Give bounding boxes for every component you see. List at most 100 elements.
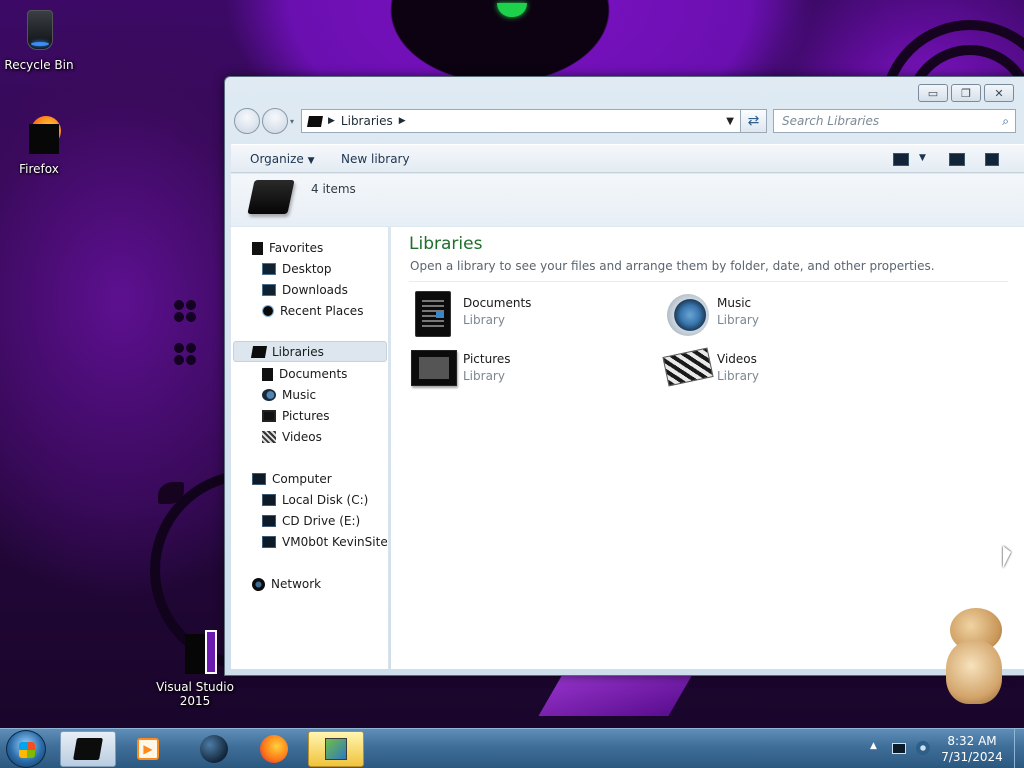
- item-count: 4 items: [311, 182, 356, 196]
- recycle-bin-icon: [15, 6, 63, 54]
- clock-time: 8:32 AM: [947, 734, 997, 748]
- show-hidden-icons-button[interactable]: ▲: [870, 741, 877, 751]
- page-description: Open a library to see your files and arr…: [410, 259, 935, 273]
- nav-recent-places-label: Recent Places: [280, 304, 364, 318]
- nav-computer[interactable]: Computer: [252, 472, 332, 486]
- nav-libraries-label: Libraries: [272, 345, 324, 359]
- minimize-icon: ▭: [927, 86, 939, 100]
- navigation-pane: Favorites Desktop Downloads Recent Place…: [231, 227, 389, 669]
- library-tile-music[interactable]: Music Library: [663, 290, 903, 340]
- back-button[interactable]: [234, 108, 260, 134]
- help-icon[interactable]: [985, 153, 999, 166]
- nav-downloads-label: Downloads: [282, 283, 348, 297]
- view-options-dropdown[interactable]: ▼: [919, 153, 926, 163]
- wallpaper-glow: [497, 3, 527, 17]
- nav-favorites[interactable]: Favorites: [252, 241, 323, 255]
- search-input[interactable]: Search Libraries: [782, 114, 879, 128]
- recent-pages-dropdown[interactable]: ▾: [290, 117, 298, 126]
- nav-recent-places[interactable]: Recent Places: [262, 304, 363, 318]
- videos-icon: [262, 431, 276, 443]
- organize-menu[interactable]: Organize ▼: [250, 152, 315, 166]
- library-type: Library: [717, 369, 759, 383]
- desktop-icon-firefox[interactable]: Firefox: [0, 110, 78, 176]
- library-tile-videos[interactable]: Videos Library: [662, 346, 903, 396]
- taskbar-globe-button[interactable]: [186, 731, 242, 767]
- nav-videos[interactable]: Videos: [262, 430, 322, 444]
- nav-downloads[interactable]: Downloads: [262, 283, 348, 297]
- taskbar-app-button[interactable]: [308, 731, 364, 767]
- nav-desktop[interactable]: Desktop: [262, 262, 332, 276]
- new-library-button[interactable]: New library: [341, 152, 410, 166]
- media-player-icon: ▶: [137, 738, 159, 760]
- library-name: Pictures: [463, 352, 511, 366]
- library-tile-pictures[interactable]: Pictures Library: [409, 346, 649, 396]
- nav-cd-drive-label: CD Drive (E:): [282, 514, 361, 528]
- wallpaper-flower: [174, 343, 196, 365]
- chevron-down-icon: ▼: [307, 156, 315, 166]
- maximize-button[interactable]: ❐: [951, 84, 981, 102]
- nav-local-disk-c[interactable]: Local Disk (C:): [262, 493, 368, 507]
- nav-cd-drive-e[interactable]: CD Drive (E:): [262, 514, 360, 528]
- globe-icon: [200, 735, 228, 763]
- breadcrumb-libraries[interactable]: Libraries: [341, 114, 393, 128]
- command-bar: Organize ▼ New library ▼: [231, 144, 1024, 173]
- divider: [409, 281, 1008, 282]
- taskbar-firefox-button[interactable]: [246, 731, 302, 767]
- computer-icon: [252, 473, 266, 485]
- window-caption-buttons: ▭ ❐ ✕: [918, 84, 1014, 102]
- taskbar-clock[interactable]: 8:32 AM 7/31/2024: [936, 733, 1008, 765]
- library-tile-documents[interactable]: Documents Library: [409, 290, 649, 340]
- nav-network[interactable]: Network: [252, 577, 321, 591]
- minimize-button[interactable]: ▭: [918, 84, 948, 102]
- desktop-icon-visual-studio[interactable]: Visual Studio 2015: [156, 628, 234, 708]
- hamster-body: [946, 640, 1002, 704]
- search-box[interactable]: Search Libraries ⌕: [773, 109, 1016, 133]
- hamster-gadget[interactable]: [942, 604, 1006, 708]
- taskbar-media-player-button[interactable]: ▶: [120, 731, 176, 767]
- refresh-icon: ⇄: [747, 113, 760, 129]
- nav-documents-label: Documents: [279, 367, 348, 381]
- library-type: Library: [463, 369, 505, 383]
- nav-pictures[interactable]: Pictures: [262, 409, 330, 423]
- hard-drive-icon: [262, 494, 276, 506]
- music-icon: [262, 389, 276, 401]
- refresh-button[interactable]: ⇄: [741, 109, 767, 133]
- nav-network-drive[interactable]: VM0b0t KevinSite: [262, 535, 388, 549]
- library-type: Library: [717, 313, 759, 327]
- nav-libraries[interactable]: Libraries: [250, 345, 324, 359]
- show-desktop-button[interactable]: [1014, 729, 1024, 768]
- start-button[interactable]: [6, 730, 46, 768]
- downloads-icon: [262, 284, 276, 296]
- network-drive-icon: [262, 536, 276, 548]
- nav-favorites-label: Favorites: [269, 241, 324, 255]
- network-tray-icon[interactable]: [916, 741, 930, 755]
- taskbar-explorer-button[interactable]: [60, 731, 116, 767]
- explorer-window[interactable]: ▭ ❐ ✕ ▾ ▶ Libraries ▶ ▼ ⇄ Search Librari…: [224, 76, 1024, 676]
- libraries-large-icon: [247, 180, 295, 214]
- videos-library-icon: [662, 347, 714, 387]
- preview-pane-icon[interactable]: [949, 153, 965, 166]
- nav-network-drive-label: VM0b0t KevinSite: [282, 535, 388, 549]
- nav-music[interactable]: Music: [262, 388, 316, 402]
- documents-library-icon: [415, 291, 451, 337]
- music-library-icon: [667, 294, 709, 336]
- favorites-icon: [252, 241, 263, 255]
- nav-documents[interactable]: Documents: [262, 367, 347, 381]
- wallpaper-flower: [174, 300, 196, 322]
- breadcrumb-separator-icon[interactable]: ▶: [328, 116, 335, 126]
- restore-icon: ❐: [961, 86, 971, 100]
- monitor-tray-icon[interactable]: [892, 743, 906, 754]
- desktop-icon-label: Visual Studio 2015: [156, 680, 234, 708]
- windows-logo-icon: [19, 742, 35, 758]
- breadcrumb-separator-icon[interactable]: ▶: [399, 116, 406, 126]
- close-button[interactable]: ✕: [984, 84, 1014, 102]
- change-view-icon[interactable]: [893, 153, 909, 166]
- search-icon: ⌕: [1002, 113, 1009, 128]
- content-pane: Libraries Open a library to see your fil…: [391, 227, 1024, 669]
- close-icon: ✕: [994, 86, 1004, 100]
- nav-videos-label: Videos: [282, 430, 322, 444]
- address-history-dropdown[interactable]: ▼: [726, 116, 734, 127]
- address-bar[interactable]: ▶ Libraries ▶ ▼: [301, 109, 741, 133]
- forward-button[interactable]: [262, 108, 288, 134]
- desktop-icon-recycle-bin[interactable]: Recycle Bin: [0, 6, 78, 72]
